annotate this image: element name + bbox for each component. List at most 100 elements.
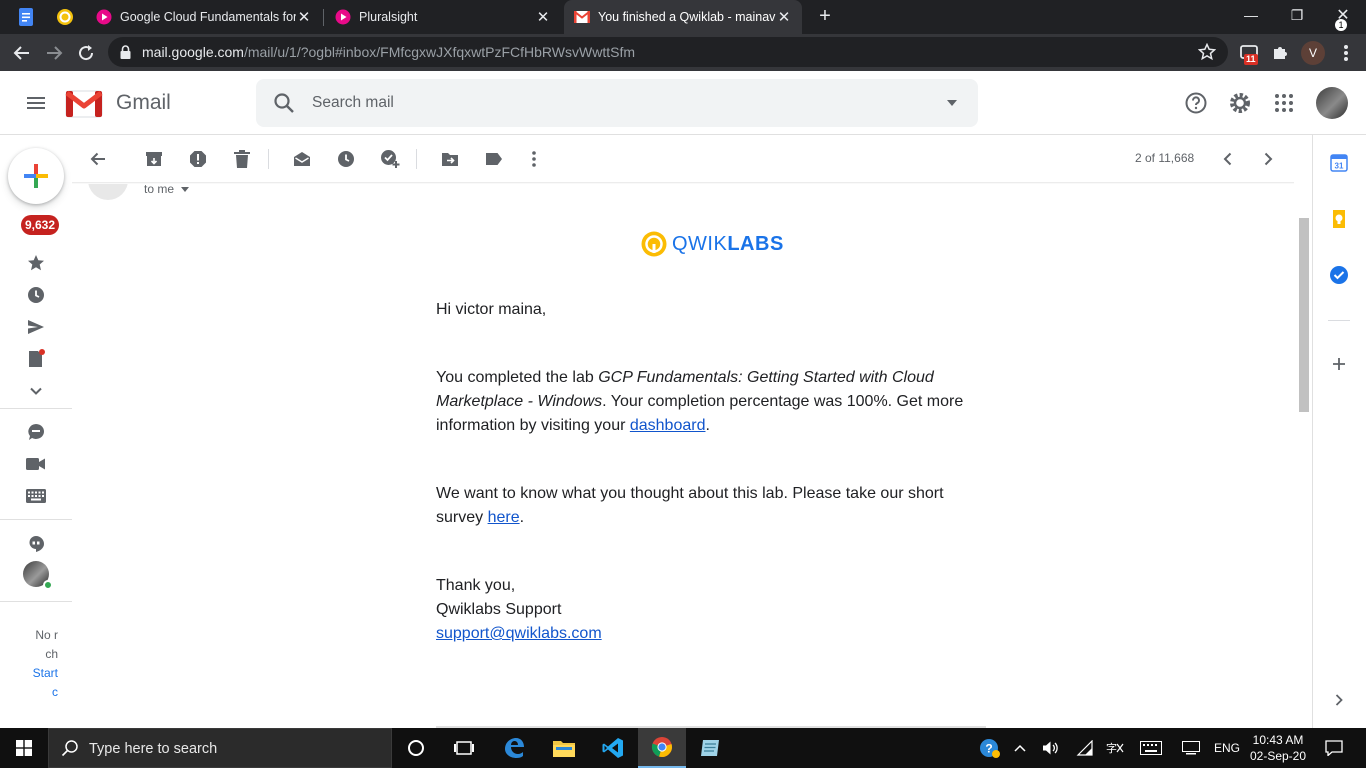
mark-unread-button[interactable] (292, 149, 312, 169)
notification-count-badge: 1 (1335, 19, 1347, 31)
address-bar[interactable]: mail.google.com/mail/u/1/?ogbl#inbox/FMf… (108, 37, 1228, 67)
search-box[interactable] (256, 79, 978, 127)
taskbar-search[interactable]: Type here to search (48, 728, 392, 768)
move-to-button[interactable] (440, 149, 460, 169)
show-hidden-icons-button[interactable] (1010, 728, 1030, 768)
main-menu-button[interactable] (24, 91, 48, 115)
cortana-button[interactable] (392, 728, 440, 768)
add-to-tasks-button[interactable] (380, 149, 400, 169)
restore-button[interactable]: ❐ (1274, 0, 1320, 30)
keep-addon[interactable] (1328, 208, 1350, 230)
hangouts-empty-text-2: ch (45, 647, 58, 661)
chevron-right-icon (1335, 694, 1343, 706)
tab-qwiklab-email[interactable]: You finished a Qwiklab - mainavic ✕ (564, 0, 802, 34)
qwiklabs-logo[interactable]: QWIKLABS (640, 230, 784, 258)
compose-button[interactable] (8, 148, 64, 204)
input-indicator-button[interactable]: 字 (1104, 728, 1126, 768)
browser-menu-button[interactable] (1333, 40, 1359, 66)
new-tab-button[interactable]: + (814, 5, 836, 27)
file-explorer-app[interactable] (540, 728, 588, 768)
taskbar-search-placeholder: Type here to search (89, 741, 218, 757)
more-nav[interactable] (26, 381, 46, 401)
meet-nav[interactable] (26, 454, 46, 474)
chrome-app[interactable] (638, 728, 686, 768)
pinned-tab-qwiklabs[interactable] (53, 5, 77, 29)
search-options-caret-icon[interactable] (946, 97, 958, 109)
start-button[interactable] (0, 728, 48, 768)
sent-nav[interactable] (26, 317, 46, 337)
drafts-nav[interactable] (26, 349, 46, 369)
delete-button[interactable] (232, 149, 252, 169)
gmail-logo-icon[interactable] (64, 89, 104, 119)
chrome-icon (651, 737, 672, 757)
search-icon (61, 740, 78, 757)
volume-button[interactable] (1040, 728, 1062, 768)
show-side-panel-button[interactable] (1328, 689, 1350, 711)
close-tab-icon[interactable]: ✕ (535, 8, 551, 26)
email-closing: Thank you, (436, 577, 516, 594)
archive-button[interactable] (144, 149, 164, 169)
snoozed-nav[interactable] (26, 285, 46, 305)
dashboard-link[interactable]: dashboard (630, 417, 706, 434)
back-to-inbox-button[interactable] (88, 149, 108, 169)
get-addons-button[interactable] (1328, 353, 1350, 375)
task-view-button[interactable] (440, 728, 488, 768)
rail-divider (0, 519, 72, 520)
display-button[interactable] (1180, 728, 1202, 768)
notepad-app[interactable] (686, 728, 734, 768)
forward-button[interactable] (41, 40, 67, 66)
chevron-right-icon[interactable] (1258, 149, 1278, 169)
report-icon (190, 151, 206, 167)
caret-down-icon[interactable] (181, 187, 190, 193)
vscode-app[interactable] (589, 728, 637, 768)
side-panel-divider (1328, 320, 1350, 321)
account-avatar[interactable] (1316, 87, 1348, 119)
labels-button[interactable] (484, 149, 504, 169)
calendar-addon[interactable]: 31 (1328, 152, 1350, 174)
tab-pluralsight[interactable]: Pluralsight ✕ (325, 0, 561, 34)
report-spam-button[interactable] (188, 149, 208, 169)
tab-google-cloud-fundamentals[interactable]: Google Cloud Fundamentals for C ✕ (86, 0, 322, 34)
action-center-button[interactable] (1320, 728, 1348, 768)
touch-keyboard-button[interactable] (1138, 728, 1164, 768)
hangouts-nav[interactable] (26, 534, 46, 554)
arrow-right-icon (47, 46, 63, 60)
reload-button[interactable] (73, 40, 99, 66)
taskbar-clock[interactable]: 10:43 AM 02-Sep-20 (1248, 732, 1308, 764)
extensions-button[interactable] (1267, 40, 1293, 66)
search-input[interactable] (312, 88, 912, 118)
extension-badge: 11 (1244, 54, 1258, 65)
plus-icon (1333, 358, 1345, 370)
edge-app[interactable] (490, 728, 538, 768)
start-chat-link-2[interactable]: c (0, 685, 58, 699)
search-icon[interactable] (272, 91, 296, 115)
chevron-left-icon[interactable] (1218, 149, 1238, 169)
label-icon (486, 153, 502, 165)
language-indicator[interactable]: ENG (1210, 728, 1244, 768)
start-chat-link[interactable]: Start (0, 666, 58, 680)
apps-grid-icon[interactable] (1272, 91, 1296, 115)
tasks-addon[interactable] (1328, 264, 1350, 286)
help-tray-icon[interactable]: ? (976, 728, 1004, 768)
network-button[interactable] (1074, 728, 1096, 768)
close-tab-icon[interactable]: ✕ (776, 8, 792, 26)
close-tab-icon[interactable]: ✕ (296, 8, 312, 26)
back-button[interactable] (9, 40, 35, 66)
support-email-link[interactable]: support@qwiklabs.com (436, 625, 602, 642)
minimize-button[interactable]: — (1228, 0, 1274, 30)
chat-icon (28, 424, 44, 440)
recipient-details[interactable]: to me (144, 182, 190, 196)
join-meeting-nav[interactable] (26, 486, 46, 506)
bookmark-star-icon[interactable] (1198, 43, 1216, 61)
pinned-tab-docs[interactable] (14, 5, 38, 29)
chat-nav[interactable] (26, 422, 46, 442)
starred-nav[interactable] (26, 253, 46, 273)
help-icon[interactable] (1184, 91, 1208, 115)
more-actions-button[interactable] (524, 149, 544, 169)
survey-link[interactable]: here (488, 509, 520, 526)
scrollbar-thumb[interactable] (1299, 218, 1309, 412)
browser-profile-button[interactable]: V (1301, 41, 1325, 65)
snooze-button[interactable] (336, 149, 356, 169)
settings-gear-icon[interactable] (1228, 91, 1252, 115)
inbox-unread-badge[interactable]: 9,632 (21, 215, 60, 235)
